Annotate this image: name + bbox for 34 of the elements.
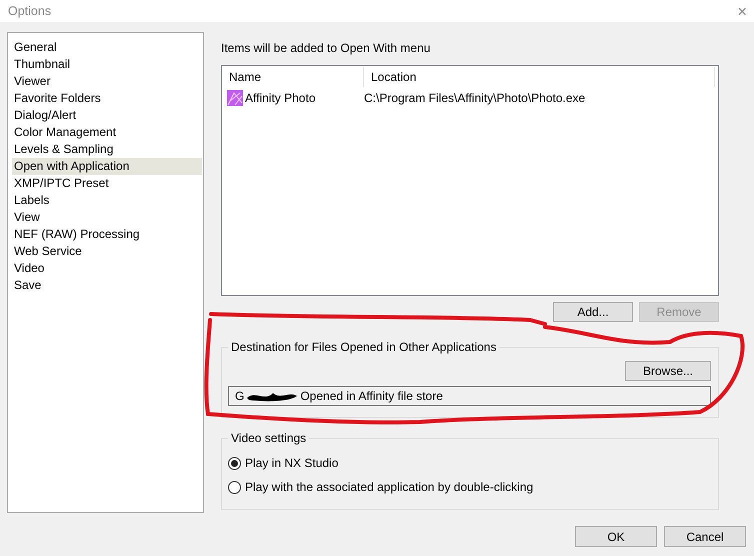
sidebar-item[interactable]: General xyxy=(12,39,202,56)
browse-button[interactable]: Browse... xyxy=(625,361,711,381)
sidebar-item[interactable]: Color Management xyxy=(12,124,202,141)
redaction-mark xyxy=(245,390,300,402)
sidebar-item[interactable]: View xyxy=(12,209,202,226)
sidebar-item[interactable]: Levels & Sampling xyxy=(12,141,202,158)
sidebar-item[interactable]: XMP/IPTC Preset xyxy=(12,175,202,192)
cancel-button[interactable]: Cancel xyxy=(664,526,746,547)
path-field[interactable]: G Opened in Affinity file store xyxy=(228,386,711,406)
sidebar-item[interactable]: Web Service xyxy=(12,243,202,260)
radio-button[interactable] xyxy=(228,456,241,470)
add-button[interactable]: Add... xyxy=(553,302,633,322)
sidebar-item[interactable]: Video xyxy=(12,260,202,277)
radio-button[interactable] xyxy=(228,480,241,494)
sidebar-item[interactable]: NEF (RAW) Processing xyxy=(12,226,202,243)
sidebar-item[interactable]: Labels xyxy=(12,192,202,209)
column-header[interactable]: Name xyxy=(222,67,364,87)
sidebar-item[interactable]: Thumbnail xyxy=(12,56,202,73)
table-cell: C:\Program Files\Affinity\Photo\Photo.exe xyxy=(364,91,586,105)
sidebar-item[interactable]: Favorite Folders xyxy=(12,90,202,107)
sidebar-item[interactable]: Open with Application xyxy=(12,158,202,175)
radio-label[interactable]: Play with the associated application by double-clicking xyxy=(245,480,534,494)
column-header[interactable]: Location xyxy=(364,67,715,87)
sidebar-item[interactable]: Viewer xyxy=(12,73,202,90)
radio-label[interactable]: Play in NX Studio xyxy=(245,456,338,470)
sidebar-item[interactable]: Dialog/Alert xyxy=(12,107,202,124)
sidebar-item[interactable]: Save xyxy=(12,277,202,294)
window-title: Options xyxy=(8,4,52,18)
table-cell: Affinity Photo xyxy=(245,91,316,105)
group-legend: Destination for Files Opened in Other Applications xyxy=(228,340,500,354)
app-icon xyxy=(227,90,243,106)
section-caption: Items will be added to Open With menu xyxy=(221,41,432,55)
group-legend: Video settings xyxy=(228,431,310,445)
ok-button[interactable]: OK xyxy=(575,526,657,547)
